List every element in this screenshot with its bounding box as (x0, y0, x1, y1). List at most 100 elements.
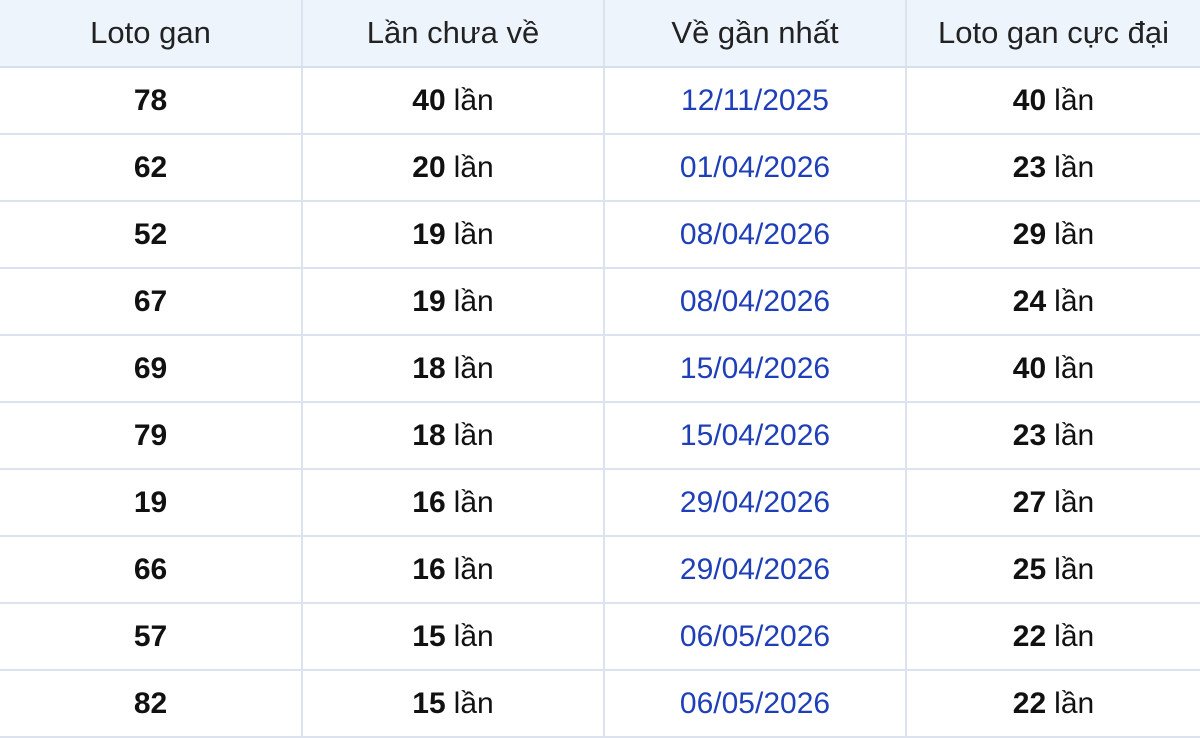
max-gap-cell: 22 lần (906, 670, 1200, 738)
last-date-link[interactable]: 08/04/2026 (680, 218, 830, 251)
loto-number-cell: 69 (0, 335, 303, 403)
table-row: 19 16 lần 29/04/2026 27 lần (0, 469, 1200, 537)
missed-count-cell: 15 lần (302, 670, 605, 738)
header-row: Loto gan Lần chưa về Về gần nhất Loto ga… (0, 0, 1200, 68)
last-date-cell: 29/04/2026 (604, 469, 907, 537)
last-date-link[interactable]: 01/04/2026 (680, 151, 830, 184)
last-date-link[interactable]: 15/04/2026 (680, 352, 830, 385)
max-gap-cell: 40 lần (906, 335, 1200, 403)
last-date-link[interactable]: 29/04/2026 (680, 486, 830, 519)
loto-number: 52 (133, 217, 168, 251)
last-date-link[interactable]: 06/05/2026 (680, 620, 830, 653)
max-gap-count: 23 (1012, 150, 1047, 184)
loto-number-cell: 67 (0, 268, 303, 336)
missed-count: 16 (412, 485, 446, 519)
loto-number-cell: 66 (0, 536, 303, 604)
missed-count: 18 (412, 418, 446, 452)
missed-unit: lần (453, 552, 494, 586)
missed-count: 40 (412, 83, 446, 117)
loto-number: 67 (133, 284, 168, 318)
missed-count-cell: 40 lần (302, 67, 605, 135)
table-row: 82 15 lần 06/05/2026 22 lần (0, 670, 1200, 738)
missed-count-cell: 16 lần (302, 469, 605, 537)
last-date-link[interactable]: 29/04/2026 (680, 553, 830, 586)
max-gap-unit: lần (1054, 619, 1095, 653)
max-gap-count: 22 (1012, 619, 1047, 653)
table-row: 79 18 lần 15/04/2026 23 lần (0, 402, 1200, 470)
table-row: 67 19 lần 08/04/2026 24 lần (0, 268, 1200, 336)
max-gap-cell: 24 lần (906, 268, 1200, 336)
loto-number: 66 (133, 552, 168, 586)
missed-count-cell: 18 lần (302, 402, 605, 470)
missed-count: 19 (412, 284, 446, 318)
loto-gan-table: Loto gan Lần chưa về Về gần nhất Loto ga… (0, 0, 1200, 738)
loto-number-cell: 62 (0, 134, 303, 202)
last-date-cell: 08/04/2026 (604, 201, 907, 269)
last-date-cell: 01/04/2026 (604, 134, 907, 202)
max-gap-count: 40 (1012, 351, 1047, 385)
max-gap-unit: lần (1054, 552, 1095, 586)
max-gap-count: 23 (1012, 418, 1047, 452)
loto-number: 79 (133, 418, 168, 452)
header-loto-gan-cuc-dai: Loto gan cực đại (906, 0, 1200, 68)
max-gap-unit: lần (1054, 150, 1095, 184)
missed-count-cell: 19 lần (302, 201, 605, 269)
header-loto-gan: Loto gan (0, 0, 303, 68)
max-gap-unit: lần (1054, 83, 1095, 117)
max-gap-count: 40 (1012, 83, 1047, 117)
missed-count-cell: 18 lần (302, 335, 605, 403)
last-date-cell: 08/04/2026 (604, 268, 907, 336)
max-gap-unit: lần (1054, 284, 1095, 318)
table-row: 62 20 lần 01/04/2026 23 lần (0, 134, 1200, 202)
table-row: 78 40 lần 12/11/2025 40 lần (0, 67, 1200, 135)
max-gap-cell: 23 lần (906, 402, 1200, 470)
missed-count: 18 (412, 351, 446, 385)
table-row: 69 18 lần 15/04/2026 40 lần (0, 335, 1200, 403)
loto-number: 78 (133, 83, 168, 117)
table-header: Loto gan Lần chưa về Về gần nhất Loto ga… (0, 0, 1200, 68)
last-date-link[interactable]: 15/04/2026 (680, 419, 830, 452)
loto-number: 62 (133, 150, 168, 184)
last-date-link[interactable]: 08/04/2026 (680, 285, 830, 318)
table-row: 57 15 lần 06/05/2026 22 lần (0, 603, 1200, 671)
missed-unit: lần (453, 284, 494, 318)
missed-unit: lần (453, 418, 494, 452)
last-date-cell: 06/05/2026 (604, 603, 907, 671)
missed-count: 20 (412, 150, 446, 184)
last-date-cell: 29/04/2026 (604, 536, 907, 604)
max-gap-count: 25 (1012, 552, 1047, 586)
header-lan-chua-ve: Lần chưa về (302, 0, 605, 68)
loto-number-cell: 82 (0, 670, 303, 738)
loto-number-cell: 79 (0, 402, 303, 470)
header-ve-gan-nhat: Về gần nhất (604, 0, 907, 68)
max-gap-cell: 27 lần (906, 469, 1200, 537)
loto-number: 57 (133, 619, 168, 653)
max-gap-cell: 29 lần (906, 201, 1200, 269)
missed-count: 19 (412, 217, 446, 251)
max-gap-count: 29 (1012, 217, 1047, 251)
last-date-link[interactable]: 06/05/2026 (680, 687, 830, 720)
loto-number-cell: 78 (0, 67, 303, 135)
table-row: 66 16 lần 29/04/2026 25 lần (0, 536, 1200, 604)
max-gap-unit: lần (1054, 485, 1095, 519)
missed-count: 15 (412, 619, 446, 653)
loto-number-cell: 19 (0, 469, 303, 537)
max-gap-cell: 25 lần (906, 536, 1200, 604)
max-gap-count: 22 (1012, 686, 1047, 720)
missed-count: 15 (412, 686, 446, 720)
max-gap-cell: 23 lần (906, 134, 1200, 202)
loto-number: 82 (133, 686, 168, 720)
max-gap-unit: lần (1054, 418, 1095, 452)
last-date-cell: 06/05/2026 (604, 670, 907, 738)
max-gap-cell: 22 lần (906, 603, 1200, 671)
loto-number-cell: 52 (0, 201, 303, 269)
loto-number: 69 (133, 351, 168, 385)
last-date-link[interactable]: 12/11/2025 (681, 84, 829, 117)
loto-number-cell: 57 (0, 603, 303, 671)
loto-number: 19 (133, 485, 168, 519)
table-body: 78 40 lần 12/11/2025 40 lần 62 20 lần 01/04… (0, 67, 1200, 738)
missed-unit: lần (453, 351, 494, 385)
last-date-cell: 12/11/2025 (604, 67, 907, 135)
missed-count-cell: 16 lần (302, 536, 605, 604)
missed-unit: lần (453, 217, 494, 251)
